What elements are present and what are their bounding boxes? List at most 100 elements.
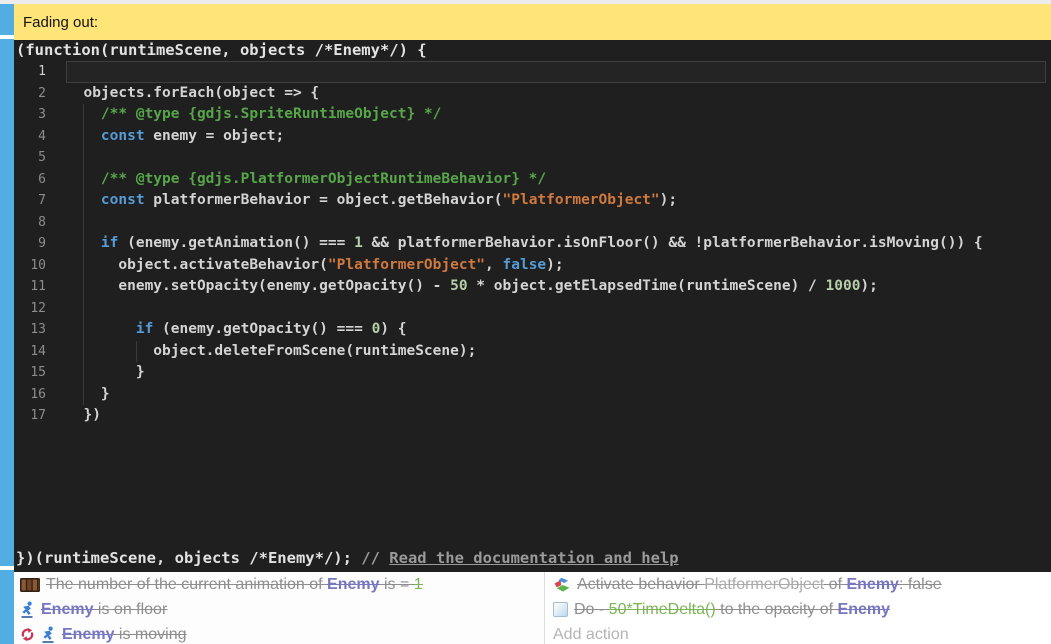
code-line[interactable]: 1: [14, 61, 1051, 83]
code-line[interactable]: 12: [14, 298, 1051, 320]
line-number: 11: [14, 276, 46, 298]
code-event-drag-handle[interactable]: [0, 39, 14, 566]
condition-row[interactable]: The number of the current animation of E…: [14, 572, 544, 597]
action-segment: : false: [899, 576, 942, 593]
code-token: [66, 321, 136, 337]
js-code-editor[interactable]: (function(runtimeScene, objects /*Enemy*…: [14, 40, 1051, 572]
event-comment-text: Fading out:: [14, 14, 98, 31]
condition-segment: Enemy: [327, 576, 379, 593]
code-line[interactable]: 5: [14, 147, 1051, 169]
conditions-column: The number of the current animation of E…: [14, 572, 545, 644]
condition-segment: 1: [414, 576, 423, 593]
line-number: 1: [14, 61, 46, 83]
code-line-content[interactable]: const enemy = object;: [66, 126, 1046, 148]
condition-text: The number of the current animation of E…: [46, 576, 423, 594]
action-segment: to the opacity of: [716, 601, 838, 618]
action-segment: Do -: [574, 601, 609, 618]
code-line-content[interactable]: /** @type {gdjs.PlatformerObjectRuntimeB…: [66, 169, 1046, 191]
code-line[interactable]: 4 const enemy = object;: [14, 126, 1051, 148]
code-lines[interactable]: 12 objects.forEach(object => {3 /** @typ…: [14, 61, 1051, 427]
code-token: }): [66, 407, 101, 423]
code-line[interactable]: 8: [14, 212, 1051, 234]
code-line[interactable]: 15 }: [14, 362, 1051, 384]
indent-guide-line: [83, 384, 84, 406]
code-line-content[interactable]: if (enemy.getAnimation() === 1 && platfo…: [66, 233, 1046, 255]
code-token: const: [101, 192, 145, 208]
line-number: 8: [14, 212, 46, 234]
code-line[interactable]: 17 }): [14, 405, 1051, 427]
standard-event-drag-handle[interactable]: [0, 570, 14, 644]
code-line[interactable]: 7 const platformerBehavior = object.getB…: [14, 190, 1051, 212]
platformer-runner-icon: [41, 626, 56, 643]
code-line[interactable]: 10 object.activateBehavior("PlatformerOb…: [14, 255, 1051, 277]
code-token: /** @type {gdjs.PlatformerObjectRuntimeB…: [101, 171, 546, 187]
code-line-content[interactable]: objects.forEach(object => {: [66, 83, 1046, 105]
code-line-content[interactable]: object.activateBehavior("PlatformerObjec…: [66, 255, 1046, 277]
footer-code-text: })(runtimeScene, objects /*Enemy*/);: [16, 549, 361, 567]
code-token: "PlatformerObject": [328, 257, 485, 273]
code-token: if: [136, 321, 153, 337]
code-line-content[interactable]: [66, 298, 1046, 320]
documentation-link[interactable]: Read the documentation and help: [389, 549, 678, 567]
condition-row[interactable]: Enemy is on floor: [14, 597, 544, 622]
indent-guide-line: [83, 126, 84, 148]
line-number: 6: [14, 169, 46, 191]
code-line[interactable]: 14 object.deleteFromScene(runtimeScene);: [14, 341, 1051, 363]
indent-guide-line: [83, 362, 84, 384]
indent-guide-line: [83, 298, 84, 320]
condition-segment: Enemy: [62, 626, 114, 643]
code-line-content[interactable]: if (enemy.getOpacity() === 0) {: [66, 319, 1046, 341]
code-line[interactable]: 9 if (enemy.getAnimation() === 1 && plat…: [14, 233, 1051, 255]
code-line[interactable]: 6 /** @type {gdjs.PlatformerObjectRuntim…: [14, 169, 1051, 191]
code-token: );: [546, 257, 563, 273]
indent-guide-line: [83, 212, 84, 234]
add-action-button[interactable]: Add action: [545, 622, 1051, 644]
code-wrapper-footer: })(runtimeScene, objects /*Enemy*/); // …: [16, 549, 679, 568]
condition-text: Enemy is moving: [62, 626, 187, 644]
code-token: 1000: [826, 278, 861, 294]
indent-guide-line: [83, 169, 84, 191]
condition-segment: is =: [380, 576, 414, 593]
code-line-content[interactable]: }: [66, 362, 1046, 384]
code-token: 0: [372, 321, 381, 337]
gdevelop-event-sheet: Fading out: (function(runtimeScene, obje…: [0, 0, 1051, 644]
line-number: 12: [14, 298, 46, 320]
condition-row[interactable]: Enemy is moving: [14, 622, 544, 644]
code-line[interactable]: 3 /** @type {gdjs.SpriteRuntimeObject} *…: [14, 104, 1051, 126]
events-panel: The number of the current animation of E…: [14, 572, 1051, 644]
line-number: 15: [14, 362, 46, 384]
code-token: false: [503, 257, 547, 273]
code-token: ) {: [380, 321, 406, 337]
condition-segment: is moving: [114, 626, 186, 643]
code-line-content[interactable]: [66, 61, 1046, 83]
code-line-content[interactable]: enemy.setOpacity(enemy.getOpacity() - 50…: [66, 276, 1046, 298]
line-number: 17: [14, 405, 46, 427]
event-comment-row[interactable]: Fading out:: [14, 4, 1051, 40]
code-line[interactable]: 13 if (enemy.getOpacity() === 0) {: [14, 319, 1051, 341]
code-line-content[interactable]: const platformerBehavior = object.getBeh…: [66, 190, 1046, 212]
code-line[interactable]: 16 }: [14, 384, 1051, 406]
code-line-content[interactable]: [66, 147, 1046, 169]
action-segment: Activate behavior: [577, 576, 704, 593]
comment-row-drag-handle[interactable]: [0, 4, 14, 35]
code-line[interactable]: 11 enemy.setOpacity(enemy.getOpacity() -…: [14, 276, 1051, 298]
code-line-content[interactable]: object.deleteFromScene(runtimeScene);: [66, 341, 1046, 363]
code-line-content[interactable]: /** @type {gdjs.SpriteRuntimeObject} */: [66, 104, 1046, 126]
code-token: /** @type {gdjs.SpriteRuntimeObject} */: [101, 106, 441, 122]
code-line-content[interactable]: [66, 212, 1046, 234]
action-row[interactable]: Activate behavior PlatformerObject of En…: [545, 572, 1051, 597]
code-token: 1: [354, 235, 363, 251]
code-token: && platformerBehavior.isOnFloor() && !pl…: [363, 235, 983, 251]
code-line[interactable]: 2 objects.forEach(object => {: [14, 83, 1051, 105]
code-line-content[interactable]: }): [66, 405, 1046, 427]
action-text: Activate behavior PlatformerObject of En…: [577, 576, 942, 594]
action-segment: Enemy: [838, 601, 890, 618]
action-row[interactable]: Do - 50*TimeDelta() to the opacity of En…: [545, 597, 1051, 622]
add-action-label: Add action: [553, 626, 629, 644]
code-line-content[interactable]: }: [66, 384, 1046, 406]
indent-guide-line: [83, 233, 84, 255]
condition-segment: The number of the current animation of: [46, 576, 327, 593]
code-token: platformerBehavior = object.getBehavior(: [145, 192, 503, 208]
indent-guide-line: [83, 190, 84, 212]
opacity-icon: [553, 602, 568, 617]
